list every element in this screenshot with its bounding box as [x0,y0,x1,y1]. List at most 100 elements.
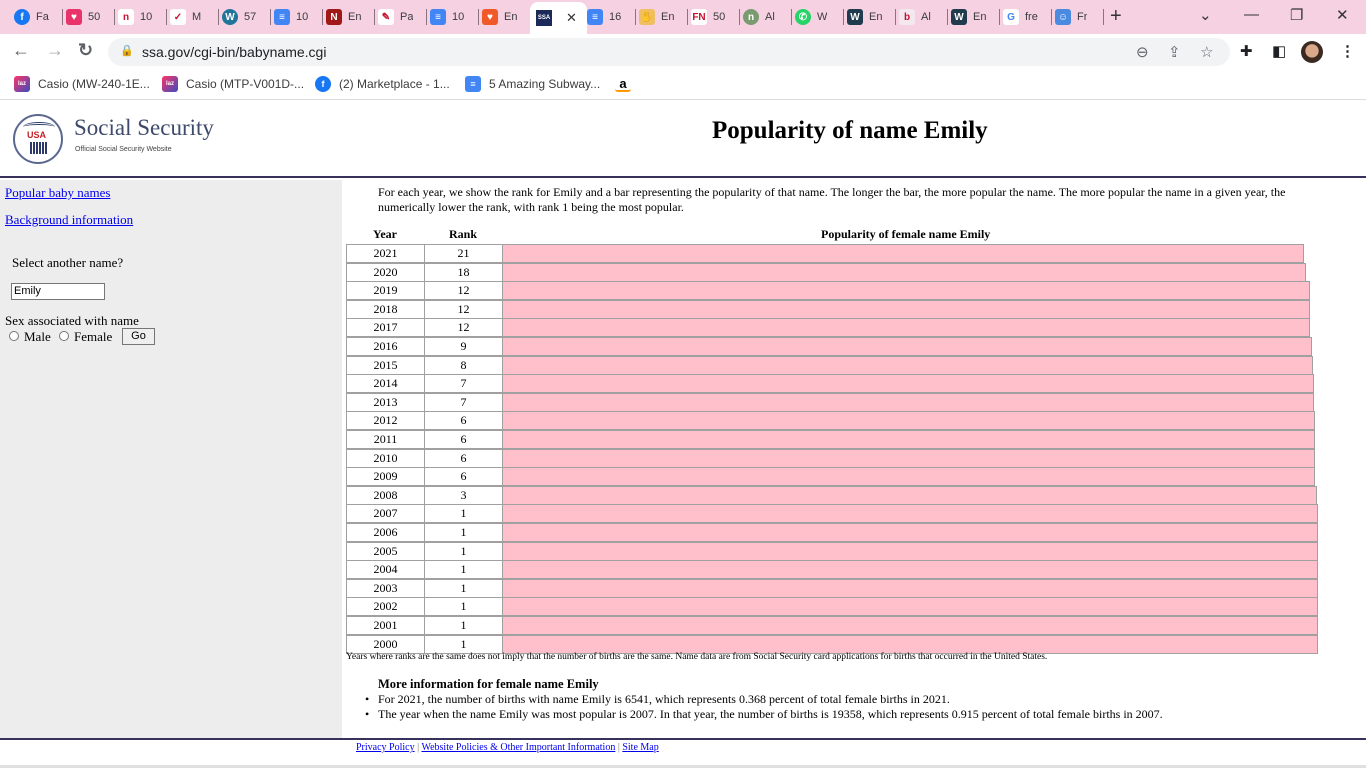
seal-text: USA [27,130,47,140]
back-icon[interactable]: ← [12,40,30,61]
tab-title: M [192,11,202,23]
go-button[interactable]: Go [122,328,155,345]
browser-tab[interactable]: ☺ Fr [1055,0,1101,34]
popularity-bar [502,392,1314,412]
bookmarks-bar: laz Casio (MW-240-1E... laz Casio (MTP-V001… [0,70,1366,100]
browser-tab[interactable]: ✆ W [795,0,841,34]
popularity-bar [502,374,1314,394]
ssa-seal-logo[interactable]: USA [13,114,63,164]
popularity-bar [502,616,1318,635]
site-map-link[interactable]: Site Map [622,742,658,753]
tab-title: En [661,11,675,23]
browser-tab[interactable]: ♥ En [482,0,528,34]
bookmark-item[interactable]: ≡ 5 Amazing Subway... [465,76,600,92]
background-information-link[interactable]: Background information [5,212,133,228]
lock-icon[interactable]: 🔒 [120,44,134,57]
browser-tab[interactable]: W En [847,0,893,34]
restore-icon[interactable]: ❐ [1290,6,1303,24]
bookmark-item[interactable]: f (2) Marketplace - 1... [315,76,450,92]
facebook-icon: f [315,76,331,92]
browser-tab[interactable]: W 57 [222,0,268,34]
browser-tab[interactable]: ♥ 50 [66,0,112,34]
forward-icon[interactable]: → [46,40,64,61]
browser-tab[interactable]: f Fa [14,0,60,34]
popularity-bar [502,281,1310,301]
year-cell: 2006 [346,523,425,542]
tab-title: 10 [140,11,153,23]
brand-title[interactable]: Social Security [74,115,214,141]
rank-cell: 1 [424,523,503,542]
more-info-title: More information for female name Emily [378,677,599,691]
website-policies-link[interactable]: Website Policies & Other Important Infor… [421,742,615,753]
rank-cell: 9 [424,337,503,356]
name-input[interactable]: Emily [11,283,105,300]
year-cell: 2011 [346,430,425,449]
year-cell: 2008 [346,485,425,505]
more-info-list: For 2021, the number of births with name… [365,692,1163,722]
bookmark-star-icon[interactable]: ☆ [1200,43,1213,61]
popularity-bar [502,299,1310,319]
browser-tab[interactable]: n Al [743,0,789,34]
browser-tab[interactable]: ≡ 10 [430,0,476,34]
rank-cell: 6 [424,448,503,468]
year-cell: 2017 [346,318,425,338]
year-cell: 2000 [346,634,425,654]
bookmark-label: Casio (MTP-V001D-... [186,77,305,91]
minimize-icon[interactable]: — [1244,6,1259,23]
popular-baby-names-link[interactable]: Popular baby names [5,185,110,201]
rank-cell: 1 [424,578,503,598]
w-logo-icon: W [847,9,863,25]
privacy-policy-link[interactable]: Privacy Policy [356,742,415,753]
profile-avatar[interactable] [1301,41,1323,63]
browser-tab[interactable]: ≡ 10 [274,0,320,34]
popularity-bar [502,467,1315,487]
browser-tab[interactable]: b Al [899,0,945,34]
zoom-out-icon[interactable]: ⊖ [1136,43,1149,61]
browser-tab[interactable]: n 10 [118,0,164,34]
male-radio[interactable] [9,331,19,341]
new-tab-button[interactable]: + [1110,5,1122,28]
close-window-icon[interactable]: ✕ [1336,6,1349,24]
browser-tab[interactable]: ≡ 16 [587,0,633,34]
year-cell: 2010 [346,448,425,468]
rank-cell: 1 [424,560,503,580]
year-cell: 2018 [346,299,425,319]
bookmark-item[interactable]: a [615,76,639,92]
popularity-bar [502,411,1315,431]
female-radio[interactable] [59,331,69,341]
tab-search-icon[interactable]: ⌄ [1199,6,1212,24]
rank-column-header: Rank [449,227,478,241]
more-info-item: The year when the name Emily was most po… [365,707,1163,722]
rank-cell: 8 [424,355,503,375]
browser-tab[interactable]: W En [951,0,997,34]
popularity-bar [502,337,1312,356]
reload-icon[interactable]: ↻ [78,40,93,61]
close-tab-icon[interactable]: ✕ [566,10,577,26]
browser-tab[interactable]: N En [326,0,372,34]
tab-separator [270,9,271,25]
tab-title: En [348,11,362,23]
side-panel-icon[interactable]: ◧ [1272,42,1286,60]
browser-tab[interactable]: Gfre [1003,0,1049,34]
google-docs-icon: ≡ [465,76,481,92]
address-bar[interactable]: 🔒 ssa.gov/cgi-bin/babyname.cgi ⊖ ⇪ ☆ [108,38,1230,66]
bookmark-item[interactable]: laz Casio (MTP-V001D-... [162,76,304,92]
browser-tab[interactable]: ✋ En [639,0,685,34]
year-cell: 2004 [346,560,425,580]
bookmark-item[interactable]: laz Casio (MW-240-1E... [14,76,150,92]
facebook-icon: f [14,9,30,25]
browser-tab[interactable]: FN 50 [691,0,737,34]
popularity-bar [502,430,1315,449]
select-name-label: Select another name? [12,255,124,270]
browser-tab[interactable]: ✎ Pa [378,0,424,34]
browser-tab[interactable]: ✓ M [170,0,216,34]
tab-separator [62,9,63,25]
browser-tab[interactable]: SSA ✕ [530,2,587,34]
extensions-icon[interactable]: ✚ [1240,42,1253,60]
tab-separator [166,9,167,25]
brand-subtitle: Official Social Security Website [75,146,172,153]
rank-cell: 1 [424,597,503,617]
menu-icon[interactable]: ⋮ [1340,42,1355,60]
share-icon[interactable]: ⇪ [1168,43,1181,61]
url-text[interactable]: ssa.gov/cgi-bin/babyname.cgi [142,44,326,60]
